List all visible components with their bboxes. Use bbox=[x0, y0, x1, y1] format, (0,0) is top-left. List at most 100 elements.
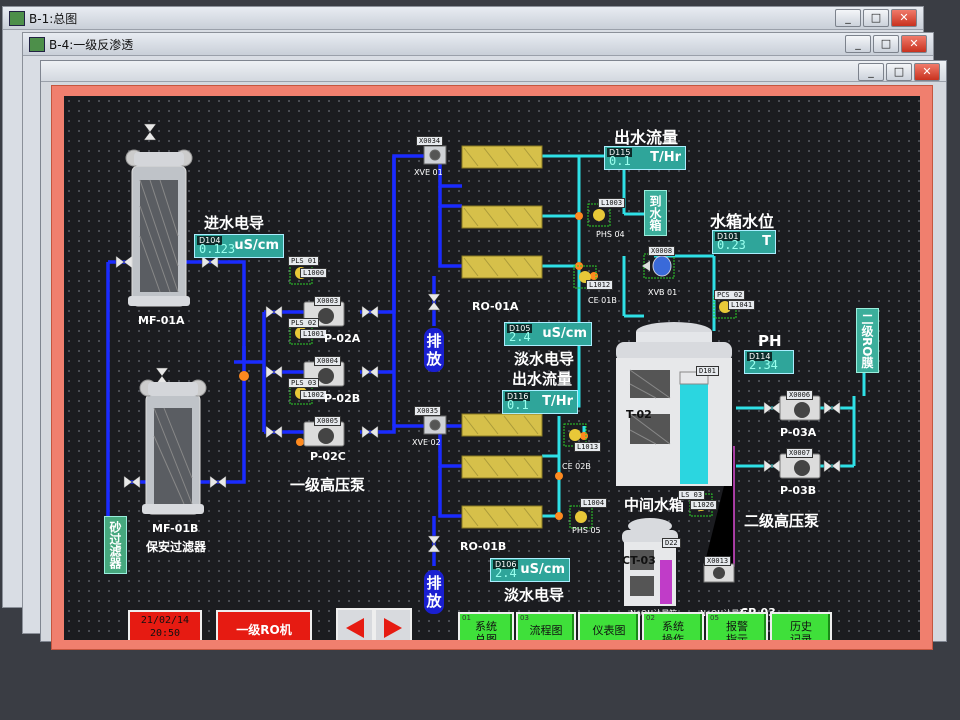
indicator-d106: D106 2.4 uS/cm bbox=[490, 558, 570, 582]
l1003-tag: L1003 bbox=[598, 198, 626, 208]
x0004-tag: X0004 bbox=[314, 356, 342, 366]
middle-window-title: B-4:一级反渗透 bbox=[49, 38, 134, 52]
outlet-flow-label-2: 出水流量 bbox=[512, 370, 573, 388]
arrow-left-icon bbox=[346, 618, 364, 638]
nav-text: 流程图 bbox=[529, 624, 563, 637]
nav-num: 05 bbox=[710, 614, 719, 622]
indicator-d104: D104 0.123 uS/cm bbox=[194, 234, 284, 258]
minimize-button[interactable]: _ bbox=[845, 35, 871, 53]
d106-unit: uS/cm bbox=[520, 562, 565, 577]
ro01b-label: RO-01B bbox=[460, 540, 507, 553]
app-icon bbox=[9, 11, 25, 26]
nav-text: 系统 bbox=[475, 620, 497, 633]
nav-num: 02 bbox=[646, 614, 655, 622]
close-button[interactable]: ✕ bbox=[891, 9, 917, 27]
to-tank-tag: 到水箱 bbox=[644, 190, 667, 236]
inlet-conductivity-label: 进水电导 bbox=[204, 214, 265, 232]
nav-text: 历史 bbox=[790, 620, 812, 633]
prev-page-button[interactable] bbox=[336, 608, 374, 640]
nav-instrument-chart[interactable]: 仪表图 bbox=[578, 612, 640, 640]
d104-unit: uS/cm bbox=[234, 238, 279, 253]
ce02b-label: CE 02B bbox=[562, 462, 591, 471]
ph-label: PH bbox=[758, 332, 782, 350]
l1012-tag: L1012 bbox=[586, 280, 614, 290]
d116-value: 0.1 bbox=[507, 398, 529, 412]
l1004-tag: L1004 bbox=[580, 498, 608, 508]
background-window-title: B-1:总图 bbox=[29, 12, 78, 26]
drain-button-2[interactable]: 排放 bbox=[424, 570, 444, 614]
l1000-tag: L1000 bbox=[300, 268, 328, 278]
tank-level-label: 水箱水位 bbox=[710, 212, 775, 231]
nav-system-operation[interactable]: 02 系统 操作 bbox=[642, 612, 704, 640]
maximize-button[interactable]: □ bbox=[886, 63, 912, 81]
d116-unit: T/Hr bbox=[542, 394, 573, 409]
d114-value: 2.34 bbox=[749, 358, 778, 372]
p03a-label: P-03A bbox=[780, 426, 817, 439]
close-button[interactable]: ✕ bbox=[901, 35, 927, 53]
minimize-button[interactable]: _ bbox=[858, 63, 884, 81]
phs04-label: PHS 04 bbox=[596, 230, 625, 239]
nav-text: 总图 bbox=[475, 633, 497, 640]
l1041-tag: L1041 bbox=[728, 300, 756, 310]
l1013-tag: L1013 bbox=[574, 442, 602, 452]
nav-num: 01 bbox=[462, 614, 471, 622]
x0013-tag: X0013 bbox=[704, 556, 732, 566]
fresh-conductivity-label-2: 淡水电导 bbox=[504, 586, 565, 604]
xve01-label: XVE 01 bbox=[414, 168, 443, 177]
main-titlebar[interactable]: _ □ ✕ bbox=[41, 61, 946, 82]
date-time-display: 21/02/14 20:50 bbox=[128, 610, 202, 640]
nav-flow-chart[interactable]: 03 流程图 bbox=[516, 612, 576, 640]
main-window[interactable]: _ □ ✕ MF-01A MF-01B 保安过滤器 砂过滤器 进水电导 D104… bbox=[40, 60, 947, 650]
d104-value: 0.123 bbox=[199, 242, 236, 256]
date-text: 21/02/14 bbox=[140, 615, 190, 626]
d105-unit: uS/cm bbox=[542, 326, 587, 341]
arrow-right-icon bbox=[384, 618, 402, 638]
d105-value: 2.4 bbox=[509, 330, 531, 344]
app-icon bbox=[29, 37, 45, 52]
ro-machine-button[interactable]: 一级RO机 bbox=[216, 610, 312, 640]
l1026-tag: L1026 bbox=[690, 500, 718, 510]
nav-text: 仪表图 bbox=[592, 624, 626, 637]
pls03-tag: PLS 03 bbox=[288, 378, 320, 388]
nav-alarm-indication[interactable]: 05 报警 指示 bbox=[706, 612, 768, 640]
sand-filter-tag: 砂过滤器 bbox=[104, 516, 127, 574]
indicator-d101: D101 0.23 T bbox=[712, 230, 776, 254]
p02b-label: P-02B bbox=[324, 392, 361, 405]
fresh-conductivity-label-1: 淡水电导 bbox=[514, 350, 575, 368]
ro01a-label: RO-01A bbox=[472, 300, 519, 313]
indicator-d115: D115 0.1 T/Hr bbox=[604, 146, 686, 170]
p02c-label: P-02C bbox=[310, 450, 346, 463]
xvb01-label: XVB 01 bbox=[648, 288, 678, 297]
nav-history-records[interactable]: 历史 记录 bbox=[770, 612, 832, 640]
close-button[interactable]: ✕ bbox=[914, 63, 940, 81]
p02a-label: P-02A bbox=[324, 332, 361, 345]
process-screen: MF-01A MF-01B 保安过滤器 砂过滤器 进水电导 D104 0.123… bbox=[64, 96, 920, 640]
xve02-label: XVE 02 bbox=[412, 438, 441, 447]
x0008-tag: X0008 bbox=[648, 246, 676, 256]
next-page-button[interactable] bbox=[374, 608, 412, 640]
nav-text: 报警 bbox=[726, 620, 748, 633]
pcs02-tag: PCS 02 bbox=[714, 290, 746, 300]
indicator-d105: D105 2.4 uS/cm bbox=[504, 322, 592, 346]
x0003-tag: X0003 bbox=[314, 296, 342, 306]
pls02-tag: PLS 02 bbox=[288, 318, 320, 328]
hmi-frame: MF-01A MF-01B 保安过滤器 砂过滤器 进水电导 D104 0.123… bbox=[51, 85, 933, 650]
x0007-tag: X0007 bbox=[786, 448, 814, 458]
ct03-label: CT-03 bbox=[622, 554, 656, 567]
background-titlebar[interactable]: B-1:总图 _ □ ✕ bbox=[3, 7, 923, 30]
drain-button-1[interactable]: 排放 bbox=[424, 328, 444, 372]
minimize-button[interactable]: _ bbox=[835, 9, 861, 27]
maximize-button[interactable]: □ bbox=[873, 35, 899, 53]
p03b-label: P-03B bbox=[780, 484, 817, 497]
mid-tank-label: 中间水箱 bbox=[624, 496, 685, 514]
d22-tag: D22 bbox=[662, 538, 681, 548]
hp-pump-1-label: 一级高压泵 bbox=[290, 476, 366, 494]
indicator-d116: D116 0.1 T/Hr bbox=[502, 390, 578, 414]
mf-filter-b bbox=[139, 379, 207, 515]
time-text: 20:50 bbox=[149, 628, 181, 639]
middle-titlebar[interactable]: B-4:一级反渗透 _ □ ✕ bbox=[23, 33, 933, 56]
nav-system-overview[interactable]: 01 系统 总图 bbox=[458, 612, 514, 640]
d106-value: 2.4 bbox=[495, 566, 517, 580]
t02-label: T-02 bbox=[626, 408, 652, 421]
maximize-button[interactable]: □ bbox=[863, 9, 889, 27]
